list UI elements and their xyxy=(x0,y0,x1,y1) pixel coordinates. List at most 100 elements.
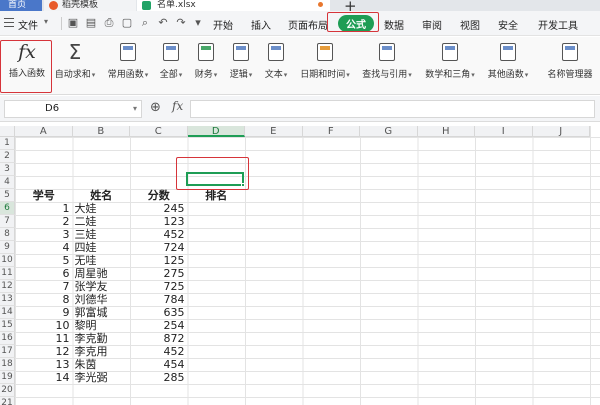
tab-template[interactable]: 稻壳模板 xyxy=(44,0,136,11)
cell-score[interactable]: 275 xyxy=(130,267,188,280)
header-cell-a[interactable]: 学号 xyxy=(15,189,73,202)
cell-name[interactable]: 张学友 xyxy=(73,280,131,293)
cell-name[interactable]: 李克勤 xyxy=(73,332,131,345)
cell-name[interactable]: 四娃 xyxy=(73,241,131,254)
row-header-14[interactable]: 14 xyxy=(0,306,15,319)
column-header-e[interactable]: E xyxy=(245,126,303,137)
cell-score[interactable]: 285 xyxy=(130,371,188,384)
cell-score[interactable]: 452 xyxy=(130,345,188,358)
row-header-8[interactable]: 8 xyxy=(0,228,15,241)
column-header-d[interactable]: D xyxy=(187,126,245,137)
tab-security[interactable]: 安全 xyxy=(498,17,518,32)
cell-id[interactable]: 1 xyxy=(15,202,73,215)
row-header-10[interactable]: 10 xyxy=(0,254,15,267)
cell-name[interactable]: 周星驰 xyxy=(73,267,131,280)
name-box[interactable]: D6 ▾ xyxy=(4,100,142,118)
column-header-b[interactable]: B xyxy=(72,126,130,137)
cell-score[interactable]: 123 xyxy=(130,215,188,228)
cell-id[interactable]: 8 xyxy=(15,293,73,306)
logic-button[interactable]: 逻辑▾ xyxy=(225,43,257,80)
cell-id[interactable]: 6 xyxy=(15,267,73,280)
finance-button[interactable]: 财务▾ xyxy=(190,43,222,80)
cell-name[interactable]: 黎明 xyxy=(73,319,131,332)
file-menu[interactable]: 文件 xyxy=(18,17,38,32)
other-functions-button[interactable]: 其他函数▾ xyxy=(483,43,533,80)
date-time-button[interactable]: 日期和时间▾ xyxy=(296,43,354,80)
cell-score[interactable]: 635 xyxy=(130,306,188,319)
chevron-down-icon[interactable]: ▾ xyxy=(44,17,48,26)
export-pdf-icon[interactable]: ▤ xyxy=(84,16,98,30)
more-icon[interactable]: ▾ xyxy=(191,16,205,30)
row-header-1[interactable]: 1 xyxy=(0,137,15,150)
tab-data[interactable]: 数据 xyxy=(384,17,404,32)
text-functions-button[interactable]: 文本▾ xyxy=(260,43,292,80)
column-header-a[interactable]: A xyxy=(15,126,73,137)
column-header-h[interactable]: H xyxy=(417,126,475,137)
row-header-4[interactable]: 4 xyxy=(0,176,15,189)
header-cell-d[interactable]: 排名 xyxy=(188,189,246,202)
cell-score[interactable]: 452 xyxy=(130,228,188,241)
row-header-21[interactable]: 21 xyxy=(0,397,15,405)
row-header-13[interactable]: 13 xyxy=(0,293,15,306)
cell-score[interactable]: 454 xyxy=(130,358,188,371)
cell-id[interactable]: 7 xyxy=(15,280,73,293)
header-cell-c[interactable]: 分数 xyxy=(130,189,188,202)
cell-id[interactable]: 14 xyxy=(15,371,73,384)
all-functions-button[interactable]: 全部▾ xyxy=(156,43,186,80)
cell-name[interactable]: 无哇 xyxy=(73,254,131,267)
print-icon[interactable]: ⎙ xyxy=(102,16,116,30)
cell-name[interactable]: 朱茵 xyxy=(73,358,131,371)
row-header-9[interactable]: 9 xyxy=(0,241,15,254)
math-trig-button[interactable]: 数学和三角▾ xyxy=(421,43,479,80)
formula-input[interactable] xyxy=(190,100,595,118)
cell-name[interactable]: 郭富城 xyxy=(73,306,131,319)
cell-score[interactable]: 724 xyxy=(130,241,188,254)
row-header-12[interactable]: 12 xyxy=(0,280,15,293)
name-manager-button[interactable]: 名称管理器 xyxy=(543,43,597,80)
column-header-g[interactable]: G xyxy=(360,126,418,137)
cell-name[interactable]: 刘德华 xyxy=(73,293,131,306)
cell-id[interactable]: 12 xyxy=(15,345,73,358)
tab-developer[interactable]: 开发工具 xyxy=(538,17,578,32)
tab-home[interactable]: 首页 xyxy=(0,0,42,11)
row-header-19[interactable]: 19 xyxy=(0,371,15,384)
row-header-3[interactable]: 3 xyxy=(0,163,15,176)
column-header-f[interactable]: F xyxy=(302,126,360,137)
row-header-5[interactable]: 5 xyxy=(0,189,15,202)
cell-id[interactable]: 9 xyxy=(15,306,73,319)
worksheet-grid[interactable]: A B C D E F G H I J 1 2 3 4 5 6 7 8 9 10 11 12 13 14 15 16 17 18 19 2… xyxy=(0,126,600,405)
zoom-icon[interactable]: ⊕ xyxy=(150,100,161,115)
cell-score[interactable]: 784 xyxy=(130,293,188,306)
cell-id[interactable]: 5 xyxy=(15,254,73,267)
hamburger-menu-icon[interactable] xyxy=(4,18,14,27)
row-header-16[interactable]: 16 xyxy=(0,332,15,345)
undo-icon[interactable]: ↶ xyxy=(156,16,170,30)
cell-id[interactable]: 3 xyxy=(15,228,73,241)
cell-name[interactable]: 李克用 xyxy=(73,345,131,358)
row-header-17[interactable]: 17 xyxy=(0,345,15,358)
cell-score[interactable]: 872 xyxy=(130,332,188,345)
tab-view[interactable]: 视图 xyxy=(460,17,480,32)
tab-review[interactable]: 审阅 xyxy=(422,17,442,32)
column-header-j[interactable]: J xyxy=(532,126,590,137)
tab-document[interactable]: 名单.xlsx xyxy=(137,0,330,11)
search-doc-icon[interactable]: ⌕ xyxy=(138,16,152,30)
header-cell-b[interactable]: 姓名 xyxy=(73,189,131,202)
row-header-15[interactable]: 15 xyxy=(0,319,15,332)
column-header-i[interactable]: I xyxy=(475,126,533,137)
cell-name[interactable]: 三娃 xyxy=(73,228,131,241)
row-header-2[interactable]: 2 xyxy=(0,150,15,163)
redo-icon[interactable]: ↷ xyxy=(174,16,188,30)
select-all-corner[interactable] xyxy=(0,126,15,137)
tab-start[interactable]: 开始 xyxy=(213,17,233,32)
column-header-c[interactable]: C xyxy=(130,126,188,137)
cell-id[interactable]: 10 xyxy=(15,319,73,332)
autosum-button[interactable]: Σ 自动求和▾ xyxy=(50,42,100,80)
row-header-6[interactable]: 6 xyxy=(0,202,15,215)
lookup-reference-button[interactable]: 查找与引用▾ xyxy=(358,43,416,80)
row-header-20[interactable]: 20 xyxy=(0,384,15,397)
row-header-11[interactable]: 11 xyxy=(0,267,15,280)
row-header-7[interactable]: 7 xyxy=(0,215,15,228)
cell-id[interactable]: 13 xyxy=(15,358,73,371)
fx-icon[interactable]: fx xyxy=(172,99,183,113)
